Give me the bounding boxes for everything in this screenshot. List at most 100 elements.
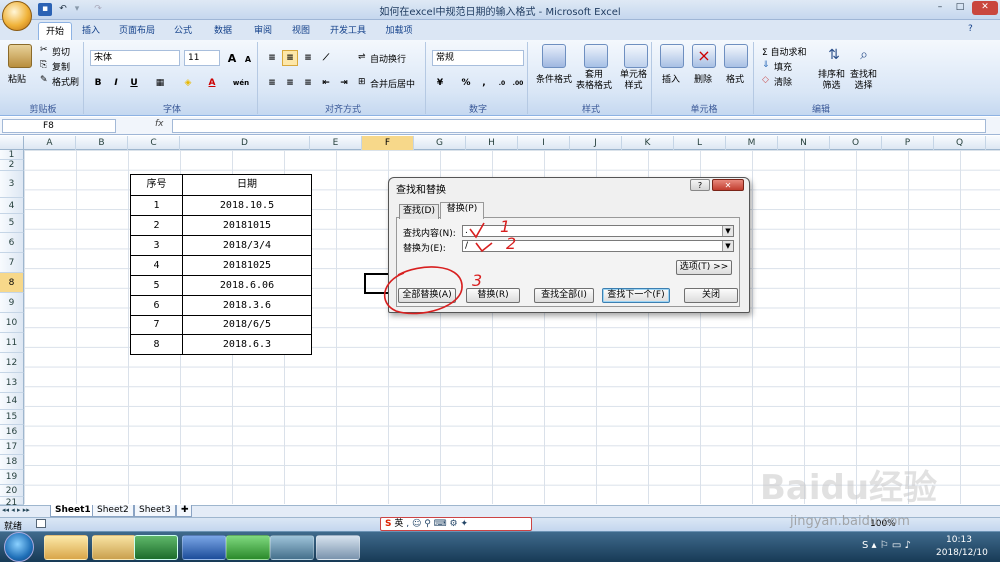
shrink-font-button[interactable]: A bbox=[240, 51, 256, 67]
sheet-tab-1[interactable]: Sheet1 bbox=[50, 505, 96, 517]
word-app-icon[interactable] bbox=[182, 535, 226, 560]
paint-app-icon[interactable] bbox=[316, 535, 360, 560]
undo-dropdown-icon[interactable]: ▾ bbox=[70, 3, 84, 16]
table-cell-date[interactable]: 2018.6.06 bbox=[182, 275, 312, 296]
format-painter-icon[interactable]: ✎ bbox=[40, 75, 48, 85]
find-next-button[interactable]: 查找下一个(F) bbox=[602, 288, 670, 303]
decrease-indent-icon[interactable]: ⇤ bbox=[318, 75, 334, 91]
number-format-select[interactable]: 常规 bbox=[432, 50, 524, 66]
options-button[interactable]: 选项(T) >> bbox=[676, 260, 732, 275]
conditional-format-icon[interactable] bbox=[542, 44, 566, 68]
table-header-date[interactable]: 日期 bbox=[182, 174, 312, 196]
table-cell-date[interactable]: 2018.6.3 bbox=[182, 334, 312, 355]
row-header-13[interactable]: 13 bbox=[0, 373, 24, 393]
column-header-m[interactable]: M bbox=[726, 136, 778, 150]
table-cell-date[interactable]: 20181025 bbox=[182, 255, 312, 276]
sheet-tab-2[interactable]: Sheet2 bbox=[92, 505, 134, 517]
insert-cells-icon[interactable] bbox=[660, 44, 684, 68]
percent-button[interactable]: % bbox=[458, 75, 474, 91]
align-middle-icon[interactable]: ≡ bbox=[282, 50, 298, 66]
column-header-o[interactable]: O bbox=[830, 136, 882, 150]
column-header-k[interactable]: K bbox=[622, 136, 674, 150]
row-header-21[interactable]: 21 bbox=[0, 497, 24, 508]
row-header-8[interactable]: 8 bbox=[0, 273, 24, 293]
wrap-text-icon[interactable]: ⇌ bbox=[358, 52, 366, 62]
table-cell-index[interactable]: 1 bbox=[130, 195, 183, 216]
column-header-n[interactable]: N bbox=[778, 136, 830, 150]
row-header-3[interactable]: 3 bbox=[0, 171, 24, 198]
cell-styles-icon[interactable] bbox=[624, 44, 648, 68]
table-cell-index[interactable]: 4 bbox=[130, 255, 183, 276]
orientation-icon[interactable]: ⟋ bbox=[318, 50, 334, 66]
clock-date[interactable]: 2018/12/10 bbox=[936, 548, 988, 558]
new-sheet-icon[interactable]: ✚ bbox=[176, 505, 192, 517]
tab-page-layout[interactable]: 页面布局 bbox=[112, 22, 162, 40]
ime-toolbar[interactable]: S 英 , ☺ ⚲ ⌨ ⚙ ✦ bbox=[380, 517, 532, 531]
wechat-app-icon[interactable] bbox=[226, 535, 270, 560]
sheet-nav-icon[interactable]: ◂◂ ◂ ▸ ▸▸ bbox=[2, 506, 30, 514]
folder-app-icon[interactable] bbox=[92, 535, 136, 560]
format-painter-button[interactable]: 格式刷 bbox=[52, 75, 79, 88]
table-cell-date[interactable]: 2018.3.6 bbox=[182, 295, 312, 316]
table-cell-index[interactable]: 7 bbox=[130, 315, 183, 335]
italic-button[interactable]: I bbox=[108, 75, 124, 91]
comma-button[interactable]: , bbox=[476, 75, 492, 91]
find-select-button[interactable]: 查找和 选择 bbox=[850, 70, 877, 92]
select-all-corner[interactable] bbox=[0, 136, 24, 150]
row-header-20[interactable]: 20 bbox=[0, 485, 24, 497]
column-header-b[interactable]: B bbox=[76, 136, 128, 150]
column-header-j[interactable]: J bbox=[570, 136, 622, 150]
align-right-icon[interactable]: ≡ bbox=[300, 75, 316, 91]
minimize-button[interactable]: – bbox=[930, 1, 950, 15]
tab-view[interactable]: 视图 bbox=[286, 22, 316, 40]
align-center-icon[interactable]: ≡ bbox=[282, 75, 298, 91]
tab-insert[interactable]: 插入 bbox=[76, 22, 106, 40]
table-cell-index[interactable]: 2 bbox=[130, 215, 183, 236]
row-header-10[interactable]: 10 bbox=[0, 313, 24, 333]
format-cells-icon[interactable] bbox=[724, 44, 748, 68]
tab-formulas[interactable]: 公式 bbox=[168, 22, 198, 40]
decrease-decimal-button[interactable]: .00 bbox=[510, 75, 526, 91]
undo-icon[interactable]: ↶ bbox=[56, 3, 70, 16]
fill-button[interactable]: 填充 bbox=[774, 60, 792, 73]
column-header-c[interactable]: C bbox=[128, 136, 180, 150]
replace-history-dropdown-icon[interactable]: ▼ bbox=[722, 241, 733, 251]
table-cell-index[interactable]: 6 bbox=[130, 295, 183, 316]
start-button[interactable] bbox=[4, 532, 34, 562]
table-cell-date[interactable]: 20181015 bbox=[182, 215, 312, 236]
row-header-16[interactable]: 16 bbox=[0, 425, 24, 440]
maximize-button[interactable]: □ bbox=[950, 1, 970, 15]
font-color-button[interactable]: A bbox=[204, 75, 220, 91]
wrap-text-button[interactable]: 自动换行 bbox=[370, 52, 406, 65]
find-all-button[interactable]: 查找全部(I) bbox=[534, 288, 594, 303]
increase-decimal-button[interactable]: .0 bbox=[494, 75, 510, 91]
column-header-q[interactable]: Q bbox=[934, 136, 986, 150]
table-cell-date[interactable]: 2018.10.5 bbox=[182, 195, 312, 216]
delete-cells-icon[interactable]: × bbox=[692, 44, 716, 68]
redo-icon[interactable]: ↷ bbox=[84, 3, 112, 16]
find-history-dropdown-icon[interactable]: ▼ bbox=[722, 226, 733, 236]
sheet-tab-3[interactable]: Sheet3 bbox=[134, 505, 176, 517]
dialog-help-button[interactable]: ? bbox=[690, 179, 710, 191]
row-header-12[interactable]: 12 bbox=[0, 353, 24, 373]
office-button[interactable] bbox=[2, 1, 32, 31]
merge-center-button[interactable]: 合并后居中 bbox=[370, 77, 415, 90]
table-cell-index[interactable]: 8 bbox=[130, 334, 183, 355]
bold-button[interactable]: B bbox=[90, 75, 106, 91]
dialog-close-x-button[interactable]: ✕ bbox=[712, 179, 744, 191]
format-table-icon[interactable] bbox=[584, 44, 608, 68]
merge-icon[interactable]: ⊞ bbox=[358, 77, 366, 87]
column-header-l[interactable]: L bbox=[674, 136, 726, 150]
tab-review[interactable]: 审阅 bbox=[248, 22, 278, 40]
save-icon[interactable]: ▪ bbox=[38, 3, 52, 16]
row-header-1[interactable]: 1 bbox=[0, 150, 24, 160]
row-header-14[interactable]: 14 bbox=[0, 393, 24, 410]
tab-home[interactable]: 开始 bbox=[38, 22, 72, 40]
insert-cells-button[interactable]: 插入 bbox=[662, 72, 680, 85]
close-button[interactable]: ✕ bbox=[972, 1, 998, 15]
row-header-11[interactable]: 11 bbox=[0, 333, 24, 353]
underline-button[interactable]: U bbox=[126, 75, 142, 91]
table-header-index[interactable]: 序号 bbox=[130, 174, 183, 196]
font-size-select[interactable]: 11 bbox=[184, 50, 220, 66]
sort-filter-button[interactable]: 排序和 筛选 bbox=[818, 70, 845, 92]
